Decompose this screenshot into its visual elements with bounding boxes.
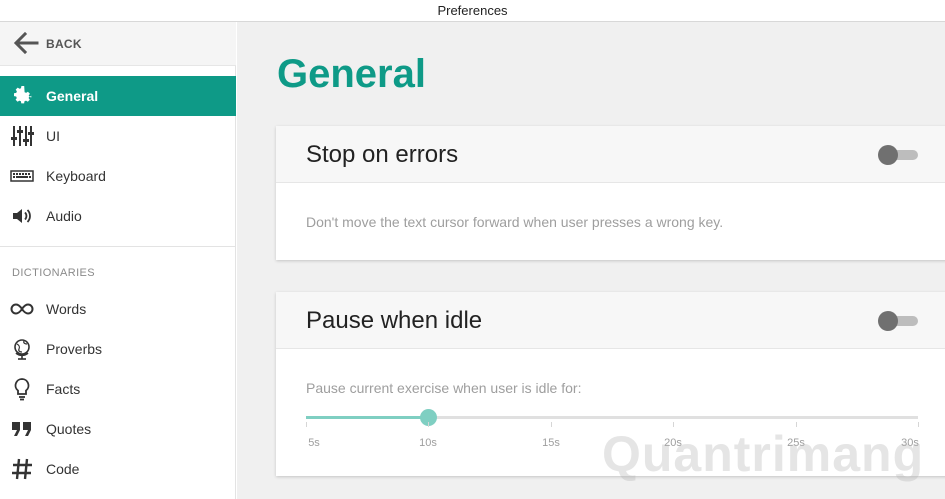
back-button[interactable]: BACK (0, 22, 236, 66)
sidebar-item-words[interactable]: Words (0, 289, 236, 329)
sidebar-item-label: Words (46, 301, 87, 317)
card-description: Pause current exercise when user is idle… (306, 380, 582, 396)
sidebar-item-label: General (46, 88, 99, 104)
card-description: Don't move the text cursor forward when … (306, 214, 724, 230)
slider-tick (306, 422, 307, 427)
sidebar-item-label: Proverbs (46, 341, 103, 357)
sidebar-item-general[interactable]: General (0, 76, 236, 116)
page-title: General (277, 52, 426, 96)
back-label: BACK (46, 37, 82, 51)
slider-fill (306, 416, 428, 419)
sidebar-item-label: Quotes (46, 421, 92, 437)
sidebar-item-label: Keyboard (46, 168, 106, 184)
sidebar-divider (0, 246, 236, 247)
sidebar-item-keyboard[interactable]: Keyboard (0, 156, 236, 196)
slider-tick-label: 10s (419, 437, 437, 449)
gear-icon (14, 86, 32, 104)
sidebar-item-label: UI (46, 128, 60, 144)
slider-tick (551, 422, 552, 427)
sliders-icon (11, 126, 34, 146)
slider-tick-label: 15s (542, 437, 560, 449)
infinity-icon (10, 303, 34, 315)
hash-icon (12, 458, 32, 480)
stop-on-errors-card: Stop on errors Don't move the text curso… (276, 126, 945, 260)
arrow-left-icon (13, 32, 39, 54)
sidebar-item-audio[interactable]: Audio (0, 196, 236, 236)
speaker-icon (13, 209, 31, 223)
card-title: Stop on errors (306, 141, 459, 168)
card-header: Pause when idle (276, 292, 945, 349)
pause-when-idle-toggle[interactable] (878, 311, 918, 331)
sidebar-item-facts[interactable]: Facts (0, 369, 236, 409)
slider-tick-label: 5s (308, 437, 320, 449)
card-header: Stop on errors (276, 126, 945, 183)
keyboard-icon (10, 170, 34, 182)
sidebar-item-ui[interactable]: UI (0, 116, 236, 156)
sidebar-item-label: Facts (46, 381, 81, 397)
window-title: Preferences (0, 0, 945, 22)
toggle-knob (878, 311, 898, 331)
sidebar-item-quotes[interactable]: Quotes (0, 409, 236, 449)
sidebar-item-label: Code (46, 461, 80, 477)
toggle-knob (878, 145, 898, 165)
lightbulb-icon (14, 378, 30, 401)
dictionaries-heading: DICTIONARIES (12, 267, 96, 279)
sidebar-item-code[interactable]: Code (0, 449, 236, 489)
sidebar-item-label: Audio (46, 208, 82, 224)
stop-on-errors-toggle[interactable] (878, 145, 918, 165)
quote-icon (12, 422, 31, 436)
slider-tick (428, 422, 429, 427)
card-title: Pause when idle (306, 307, 483, 334)
sidebar: BACK General UI Keyboard Audio DICTIONAR… (0, 22, 236, 499)
globe-icon (14, 339, 30, 360)
watermark: Quantrimang (602, 426, 925, 482)
sidebar-item-proverbs[interactable]: Proverbs (0, 329, 236, 369)
